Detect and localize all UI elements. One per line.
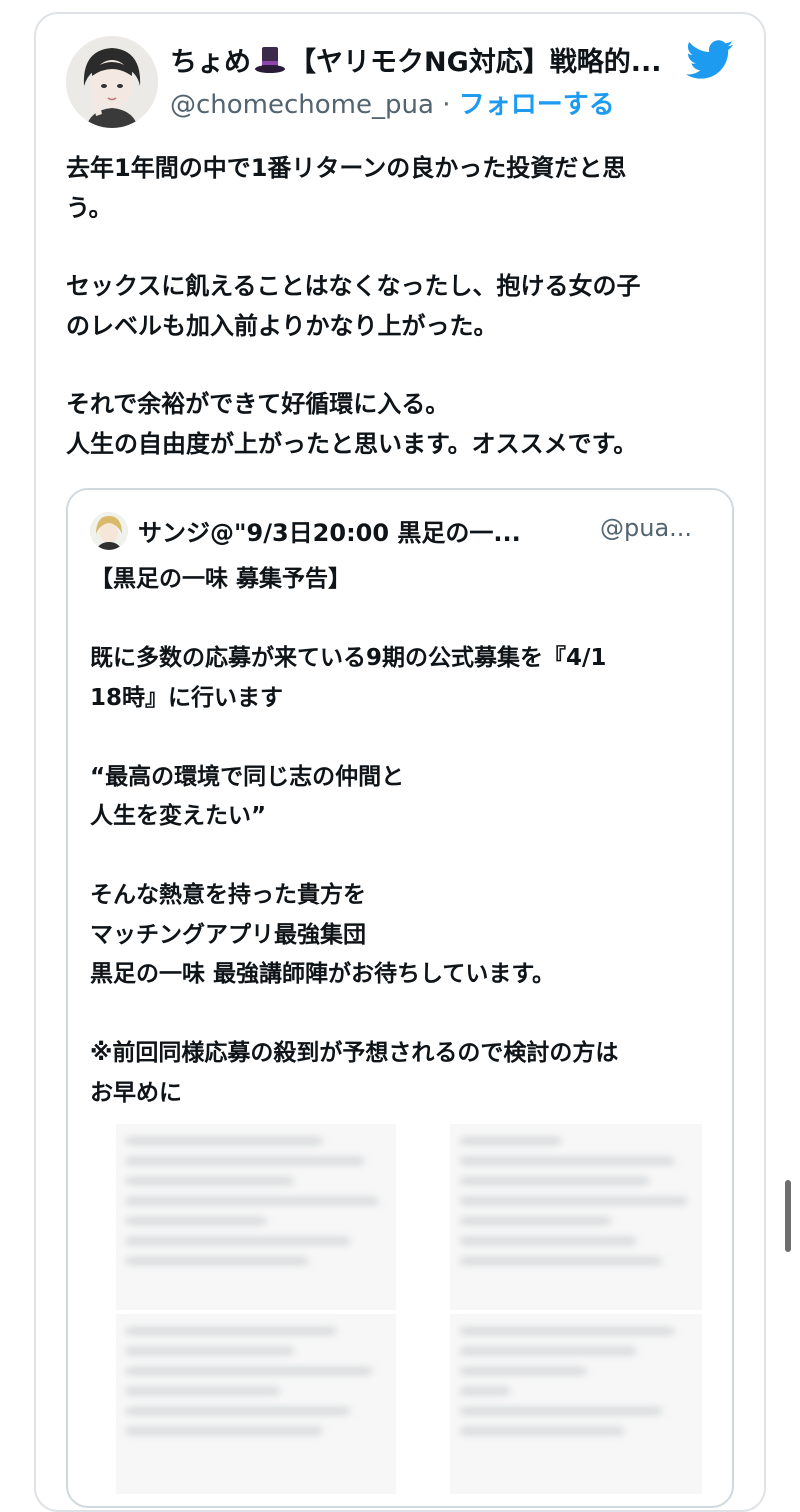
quoted-author-handle[interactable]: @pua... [600, 514, 692, 542]
separator-dot: · [442, 90, 451, 120]
quoted-line: 黒足の一味 最強講師陣がお待ちしています。 [90, 961, 556, 987]
quoted-paragraph: ※前回同様応募の殺到が予想されるので検討の方は お早めに [90, 1034, 720, 1113]
tweet-line: う。 [66, 194, 113, 222]
quoted-line: 既に多数の応募が来ている9期の公式募集を『4/1 [90, 645, 607, 671]
page-scrollbar[interactable] [785, 1180, 791, 1252]
tweet-paragraph: 去年1年間の中で1番リターンの良かった投資だと思 う。 [66, 148, 726, 228]
tweet-paragraph: セックスに飢えることはなくなったし、抱ける女の子 のレベルも加入前よりかなり上が… [66, 266, 726, 346]
tweet-line: 人生の自由度が上がったと思います。オススメです。 [66, 430, 638, 458]
quoted-line: お早めに [90, 1079, 182, 1106]
author-name-prefix: ちょめ [170, 47, 251, 78]
tweet-line: 去年1年間の中で1番リターンの良かった投資だと思 [66, 154, 627, 182]
follow-button[interactable]: フォローする [459, 90, 615, 120]
quoted-line: ※前回同様応募の殺到が予想されるので検討の方は [90, 1040, 619, 1066]
author-name[interactable]: ちょめ 【ヤリモクNG対応】戦略的... [170, 40, 662, 79]
quoted-line: 【黒足の一味 募集予告】 [90, 566, 352, 592]
quoted-paragraph: “最高の環境で同じ志の仲間と 人生を変えたい” [90, 758, 720, 837]
quoted-line: 人生を変えたい” [90, 803, 267, 829]
media-image-1[interactable] [116, 1124, 396, 1310]
quoted-paragraph: 既に多数の応募が来ている9期の公式募集を『4/1 18時』に行います [90, 639, 720, 718]
quoted-tweet-body: 【黒足の一味 募集予告】 既に多数の応募が来ている9期の公式募集を『4/1 18… [90, 560, 720, 1153]
tweet-line: セックスに飢えることはなくなったし、抱ける女の子 [66, 272, 641, 300]
quoted-line: マッチングアプリ最強集団 [90, 921, 366, 948]
author-handle[interactable]: @chomechome_pua [170, 90, 434, 120]
author-name-suffix: 【ヤリモクNG対応】戦略的... [289, 47, 662, 78]
tweet-paragraph: それで余裕ができて好循環に入る。 人生の自由度が上がったと思います。オススメです… [66, 384, 726, 464]
tweet-line: それで余裕ができて好循環に入る。 [66, 390, 450, 418]
quoted-author-name[interactable]: サンジ@"9/3日20:00 黒足の一... [138, 513, 521, 548]
tweet-body: 去年1年間の中で1番リターンの良かった投資だと思 う。 セックスに飢えることはな… [66, 148, 726, 502]
top-hat-icon [253, 43, 287, 77]
media-image-4[interactable] [450, 1314, 702, 1494]
quoted-media-grid [116, 1124, 702, 1494]
tweet-line: のレベルも加入前よりかなり上がった。 [66, 312, 498, 340]
author-handle-line: @chomechome_pua · フォローする [170, 84, 615, 121]
quoted-line: そんな熱意を持った貴方を [90, 882, 366, 908]
quoted-paragraph: 【黒足の一味 募集予告】 [90, 560, 720, 600]
media-image-2[interactable] [450, 1124, 702, 1310]
quoted-paragraph: そんな熱意を持った貴方を マッチングアプリ最強集団 黒足の一味 最強講師陣がお待… [90, 876, 720, 995]
quoted-line: 18時』に行います [90, 684, 284, 711]
twitter-bird-icon[interactable] [686, 40, 734, 80]
media-image-3[interactable] [116, 1314, 396, 1494]
author-avatar[interactable] [66, 36, 158, 128]
quoted-author-avatar[interactable] [90, 512, 128, 550]
quoted-line: “最高の環境で同じ志の仲間と [90, 763, 405, 790]
